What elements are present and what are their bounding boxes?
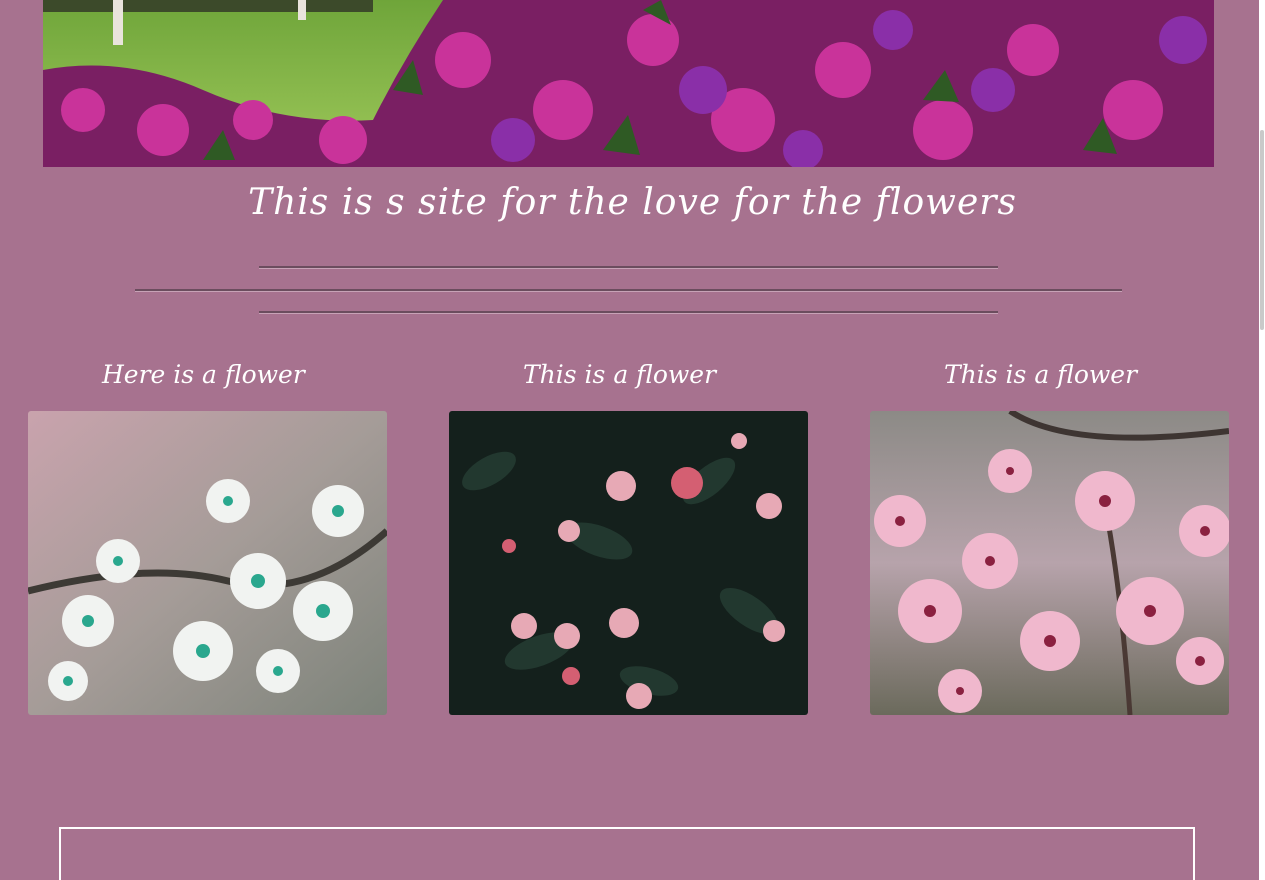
page-title: This is s site for the love for the flow… [248, 182, 1017, 223]
flower-card-2: This is a flower [449, 360, 808, 715]
divider-bottom [259, 311, 998, 314]
card-title: This is a flower [944, 360, 1138, 389]
flower-card-1: Here is a flower [28, 360, 387, 715]
white-teal-blossom-image [28, 411, 387, 715]
flower-card-3: This is a flower [870, 360, 1229, 715]
card-title: Here is a flower [102, 360, 305, 389]
hero-banner-image [43, 0, 1214, 167]
divider-top [259, 266, 998, 269]
dark-camellia-image [449, 411, 808, 715]
scrollbar-thumb[interactable] [1260, 130, 1264, 330]
scrollbar[interactable] [1259, 0, 1265, 880]
footer-box [59, 827, 1195, 880]
divider-middle [135, 289, 1122, 292]
pink-cherry-blossom-image [870, 411, 1229, 715]
card-title: This is a flower [523, 360, 717, 389]
azalea-garden-image [43, 0, 1214, 167]
